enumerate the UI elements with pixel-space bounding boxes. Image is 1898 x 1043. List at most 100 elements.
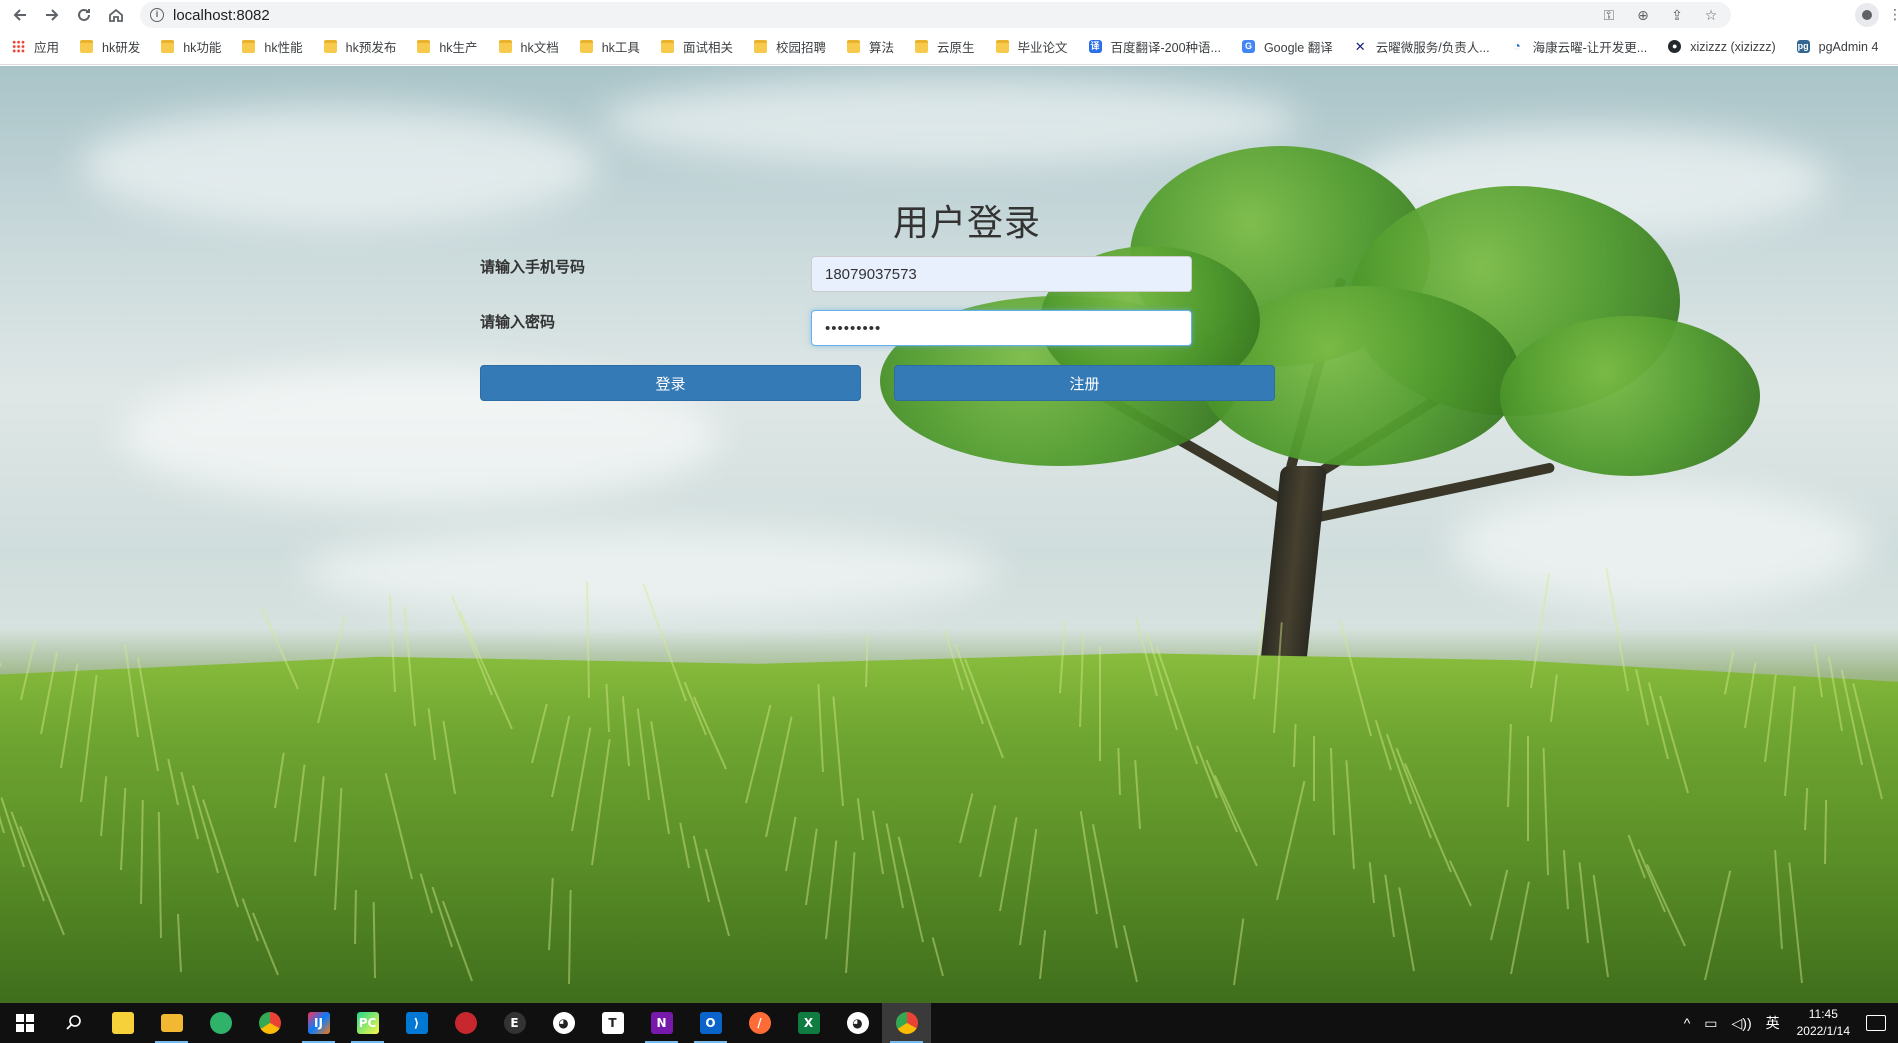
bookmark-folder[interactable]: hk生产 — [417, 37, 478, 56]
intellij-icon: IJ — [307, 1012, 330, 1034]
taskbar-app-green[interactable] — [196, 1003, 245, 1043]
bookmark-label: 云曜微服务/负责人... — [1375, 41, 1490, 55]
windows-logo-icon — [15, 1014, 34, 1032]
bookmark-baidu-translate[interactable]: 译百度翻译-200种语... — [1088, 37, 1221, 56]
bookmark-folder[interactable]: hk文档 — [498, 37, 559, 56]
reload-icon[interactable] — [73, 4, 95, 26]
profile-avatar-icon[interactable] — [1855, 3, 1879, 27]
postman-icon: / — [748, 1012, 771, 1034]
taskbar-app-pycharm[interactable]: PC — [343, 1003, 392, 1043]
folder-icon — [80, 40, 94, 53]
bookmark-folder[interactable]: hk预发布 — [323, 37, 397, 56]
key-icon[interactable]: ⚿ — [1601, 7, 1617, 24]
taskbar-app-typora[interactable]: T — [588, 1003, 637, 1043]
network-icon[interactable]: ▭ — [1704, 1015, 1717, 1032]
taskbar-app-vscode[interactable]: ⟩ — [392, 1003, 441, 1043]
login-button[interactable]: 登录 — [480, 365, 861, 401]
vscode-icon: ⟩ — [405, 1012, 428, 1034]
taskbar-app-terminal[interactable]: E — [490, 1003, 539, 1043]
page-title: 用户登录 — [893, 203, 1042, 244]
phone-input[interactable] — [811, 256, 1192, 292]
folder-icon — [417, 40, 431, 53]
bookmark-label: 校园招聘 — [775, 41, 826, 55]
folder-icon — [995, 40, 1009, 53]
taskbar-app-excel[interactable]: X — [784, 1003, 833, 1043]
taskbar-app-chrome-active[interactable] — [882, 1003, 931, 1043]
bookmark-star-icon[interactable]: ☆ — [1703, 7, 1719, 24]
url-text[interactable]: localhost:8082 — [173, 7, 270, 24]
folder-icon — [660, 40, 674, 53]
excel-icon: X — [797, 1012, 820, 1034]
bookmark-hikcloud[interactable]: ◔ 海康云曜-让开发更... — [1510, 37, 1648, 56]
bookmark-folder[interactable]: 云原生 — [914, 37, 975, 56]
folder-icon — [498, 40, 512, 53]
taskbar-app-postman[interactable]: / — [735, 1003, 784, 1043]
bookmark-label: 毕业论文 — [1017, 41, 1068, 55]
folder-icon — [323, 40, 337, 53]
taskbar-app-outlook[interactable]: O — [686, 1003, 735, 1043]
bookmark-label: hk工具 — [601, 41, 640, 55]
terminal-icon: E — [503, 1012, 526, 1034]
bookmark-label: hk预发布 — [345, 41, 397, 55]
address-bar[interactable]: i localhost:8082 ⚿ ⊕ ⇪ ☆ — [140, 2, 1731, 28]
bookmark-github[interactable]: ● xizizzz (xizizzz) — [1668, 39, 1776, 54]
search-icon — [65, 1015, 81, 1030]
outlook-icon: O — [699, 1012, 722, 1034]
forward-icon[interactable] — [41, 4, 63, 26]
register-button[interactable]: 注册 — [894, 365, 1275, 401]
github-icon: ● — [1668, 40, 1682, 53]
bookmark-microservice[interactable]: ✕ 云曜微服务/负责人... — [1353, 37, 1490, 56]
bookmark-label: hk文档 — [520, 41, 559, 55]
clock-time: 11:45 — [1808, 1007, 1838, 1021]
grass-blade — [1099, 646, 1101, 761]
taskbar-app-sticky-notes[interactable] — [98, 1003, 147, 1043]
clock[interactable]: 11:45 2022/1/14 — [1797, 1006, 1850, 1040]
taskbar-app-intellij[interactable]: IJ — [294, 1003, 343, 1043]
search-button[interactable] — [49, 1003, 98, 1043]
bookmark-label: 云原生 — [936, 41, 975, 55]
baidu-translate-icon: 译 — [1088, 40, 1102, 53]
site-info-icon[interactable]: i — [150, 8, 164, 22]
bookmark-folder[interactable]: 校园招聘 — [753, 37, 826, 56]
chevron-up-icon[interactable]: ^ — [1684, 1015, 1691, 1031]
password-input[interactable] — [811, 310, 1192, 346]
chrome-icon — [258, 1012, 281, 1034]
taskbar-app-onenote[interactable]: N — [637, 1003, 686, 1043]
menu-icon[interactable]: ⋮ — [1888, 6, 1898, 23]
zoom-icon[interactable]: ⊕ — [1635, 7, 1651, 24]
red-app-icon — [454, 1012, 477, 1034]
volume-icon[interactable]: ◁)) — [1732, 1015, 1752, 1032]
windows-taskbar: IJ PC ⟩ E ◕ T N O / X ◕ ^ ▭ ◁)) 英 11:45 … — [0, 1003, 1898, 1043]
bookmark-apps[interactable]: 应用 — [12, 37, 59, 56]
taskbar-app-panda[interactable]: ◕ — [539, 1003, 588, 1043]
bookmark-folder[interactable]: 毕业论文 — [995, 37, 1068, 56]
typora-icon: T — [601, 1012, 624, 1034]
bookmark-label: hk性能 — [264, 41, 303, 55]
home-icon[interactable] — [105, 4, 127, 26]
notification-center-icon[interactable] — [1866, 1015, 1886, 1031]
bookmark-folder[interactable]: 算法 — [846, 37, 894, 56]
taskbar-app-panda-2[interactable]: ◕ — [833, 1003, 882, 1043]
bookmark-label: 海康云曜-让开发更... — [1532, 41, 1648, 55]
bookmark-label: xizizzz (xizizzz) — [1690, 39, 1776, 54]
bookmark-google-translate[interactable]: G Google 翻译 — [1241, 37, 1333, 56]
back-icon[interactable] — [9, 4, 31, 26]
bookmark-folder[interactable]: 面试相关 — [660, 37, 733, 56]
taskbar-app-chrome[interactable] — [245, 1003, 294, 1043]
pycharm-icon: PC — [356, 1012, 379, 1034]
ime-indicator[interactable]: 英 — [1766, 1013, 1780, 1033]
start-button[interactable] — [0, 1003, 49, 1043]
bookmark-pgadmin[interactable]: pg pgAdmin 4 — [1796, 40, 1878, 54]
taskbar-app-file-explorer[interactable] — [147, 1003, 196, 1043]
bookmark-label: 百度翻译-200种语... — [1110, 41, 1221, 55]
folder-icon — [579, 40, 593, 53]
share-icon[interactable]: ⇪ — [1669, 7, 1685, 24]
taskbar-app-red[interactable] — [441, 1003, 490, 1043]
bookmark-folder[interactable]: hk工具 — [579, 37, 640, 56]
bookmark-folder[interactable]: hk性能 — [242, 37, 303, 56]
login-page-background: 用户登录 请输入手机号码 请输入密码 登录 注册 — [0, 66, 1898, 1003]
bookmark-folder[interactable]: hk功能 — [161, 37, 221, 56]
chrome-icon — [895, 1012, 918, 1034]
folder-icon — [753, 40, 767, 53]
bookmark-folder[interactable]: hk研发 — [80, 37, 140, 56]
